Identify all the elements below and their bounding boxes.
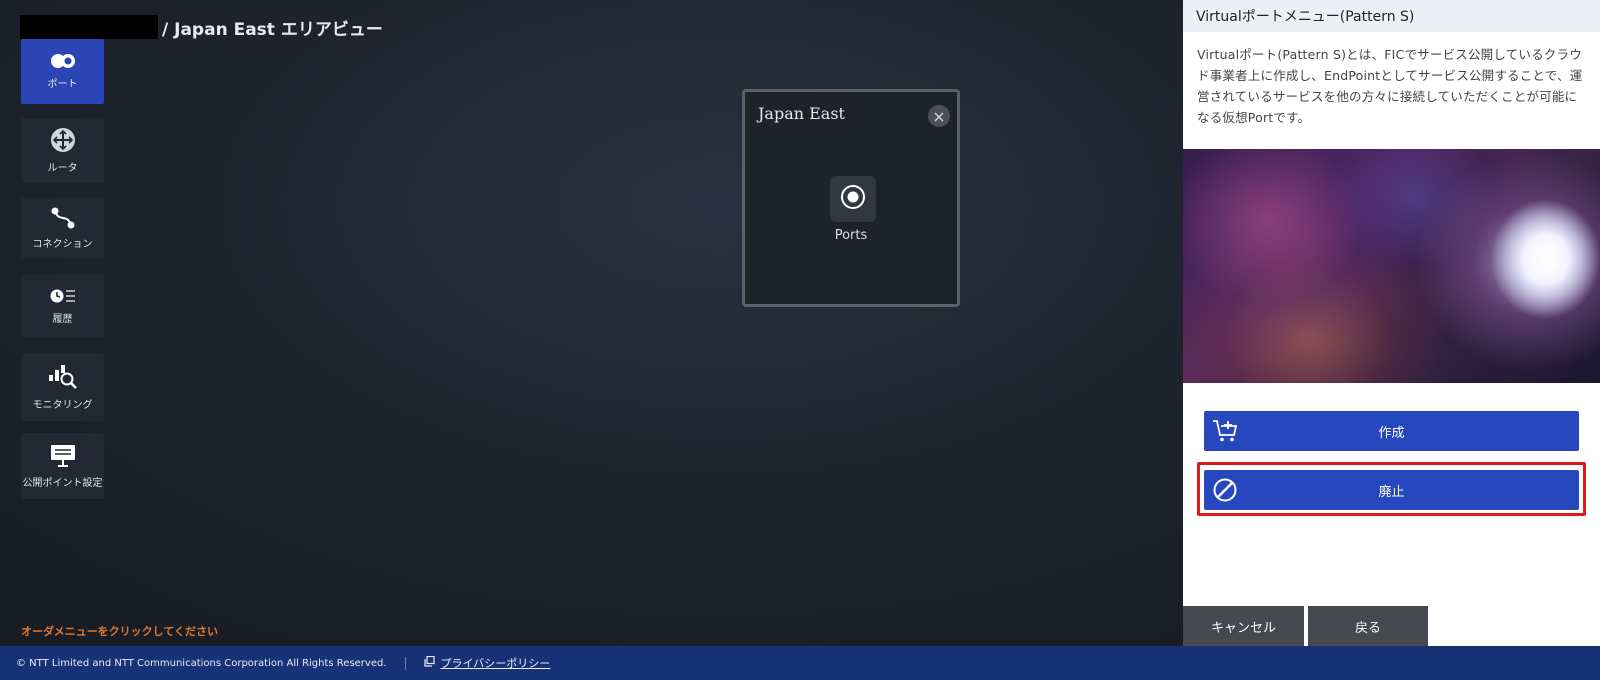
create-button[interactable]: 作成 [1204,411,1579,451]
virtual-port-menu-panel: Virtualポートメニュー(Pattern S) Virtualポート(Pat… [1183,0,1600,646]
privacy-policy-label: プライバシーポリシー [440,657,551,670]
footer-divider [404,656,406,670]
panel-title: Virtualポートメニュー(Pattern S) [1183,0,1600,32]
sidebar-item-router[interactable]: ルータ [21,118,104,183]
sidebar-item-public-point[interactable]: 公開ポイント設定 [21,433,104,499]
sidebar-item-label: ポート [47,79,78,90]
ports-label: Ports [834,228,868,243]
sidebar-item-connection[interactable]: コネクション [21,197,104,259]
sidebar-item-history[interactable]: 履歴 [21,275,104,337]
order-message: オーダメニューをクリックしてください [21,625,219,638]
create-label: 作成 [1378,425,1405,441]
panel-description: Virtualポート(Pattern S)とは、FICでサービス公開しているクラ… [1197,47,1583,125]
page-header: / Japan East エリアビュー [20,14,383,40]
sidebar-item-label: コネクション [32,238,93,250]
privacy-policy-link[interactable]: プライバシーポリシー [423,655,551,671]
public-point-icon [50,444,76,468]
external-link-icon [423,655,435,670]
copyright-text: © NTT Limited and NTT Communications Cor… [16,657,387,669]
sidebar-item-port[interactable]: ポート [21,39,104,104]
sidebar-item-label: モニタリング [32,399,93,411]
close-button[interactable] [928,105,950,127]
area-popup: Japan East Ports [742,89,960,307]
abolish-button[interactable]: 廃止 [1204,470,1579,510]
page-title: / Japan East エリアビュー [162,19,383,40]
router-icon [50,127,76,153]
sidebar-item-label: 公開ポイント設定 [22,477,103,489]
connection-icon [51,207,75,229]
back-button[interactable]: 戻る [1308,606,1428,646]
monitoring-icon [48,364,78,390]
sidebar-item-label: 履歴 [52,313,73,325]
history-icon [50,288,76,304]
footer: © NTT Limited and NTT Communications Cor… [0,646,1600,680]
port-radio-icon [840,184,866,214]
galaxy-tunnel-image [1183,149,1600,383]
redacted-block [20,15,158,39]
prohibit-icon [1212,478,1238,506]
popup-title: Japan East [758,104,845,123]
close-icon [934,107,944,126]
abolish-label: 廃止 [1378,484,1405,500]
sidebar-item-monitoring[interactable]: モニタリング [21,353,104,421]
cart-add-icon [1212,419,1238,447]
sidebar-item-label: ルータ [47,163,78,174]
ports-button[interactable] [830,176,876,222]
cancel-button[interactable]: キャンセル [1183,606,1304,646]
port-icon [50,53,76,69]
